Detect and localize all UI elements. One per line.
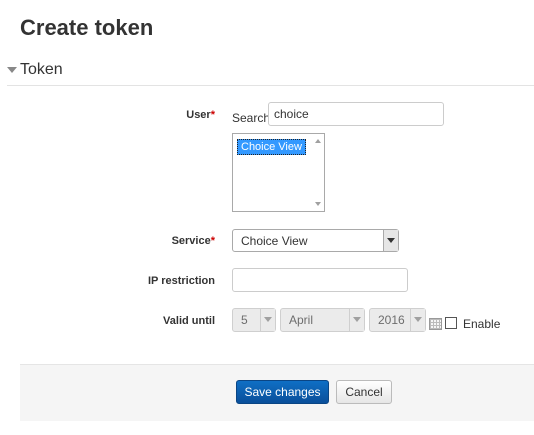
user-label-text: User [186,109,211,121]
user-search-label: Search [232,111,271,125]
valid-until-year-select[interactable]: 2016 [369,308,426,332]
user-option-choice-view[interactable]: Choice View [237,139,306,155]
chevron-down-icon [387,238,395,243]
enable-checkbox[interactable] [445,317,457,329]
service-dropdown-button[interactable] [383,230,398,251]
year-value: 2016 [378,313,405,327]
valid-until-month-select[interactable]: April [280,308,365,332]
service-label-text: Service [171,235,211,247]
service-selected-value: Choice View [241,234,308,248]
user-listbox[interactable]: Choice View [232,133,325,212]
user-label: User* [95,109,215,121]
year-dropdown-button[interactable] [410,309,425,331]
service-label: Service* [95,235,215,247]
chevron-down-icon [414,317,422,322]
listbox-scrollbar[interactable] [312,134,324,211]
ip-restriction-input[interactable] [232,268,408,292]
day-dropdown-button[interactable] [260,309,275,331]
scroll-up-icon[interactable] [315,139,321,143]
user-search-input[interactable] [268,102,444,126]
page-title: Create token [20,15,154,40]
collapse-caret-icon[interactable] [7,67,17,73]
cancel-button[interactable]: Cancel [336,380,392,404]
month-dropdown-button[interactable] [349,309,364,331]
month-value: April [289,313,314,327]
save-changes-button[interactable]: Save changes [236,380,329,404]
day-value: 5 [241,313,248,327]
user-required-mark: * [210,109,215,121]
calendar-icon[interactable] [429,318,442,330]
section-title: Token [20,61,63,78]
service-required-mark: * [210,235,215,247]
ip-restriction-label: IP restriction [147,275,215,287]
valid-until-label: Valid until [163,315,215,327]
create-token-page: Create token Token User* Search Choice V… [0,0,534,435]
scroll-down-icon[interactable] [315,202,321,206]
valid-until-day-select[interactable]: 5 [232,308,276,332]
service-select[interactable]: Choice View [232,229,399,252]
chevron-down-icon [264,317,272,322]
token-section-header[interactable]: Token [7,61,534,86]
chevron-down-icon [353,317,361,322]
enable-label: Enable [463,317,501,331]
